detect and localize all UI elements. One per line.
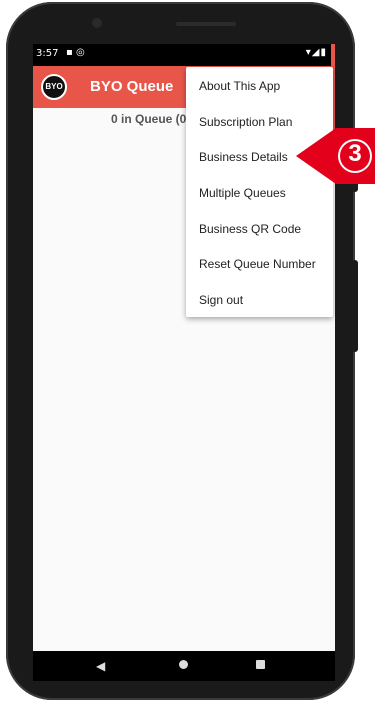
- home-circle-icon[interactable]: [179, 660, 188, 669]
- menu-item-multiple-queues[interactable]: Multiple Queues: [199, 186, 286, 200]
- back-triangle-icon[interactable]: ◀: [96, 659, 105, 673]
- menu-item-about[interactable]: About This App: [199, 79, 280, 93]
- app-logo: BYO: [41, 74, 67, 100]
- callout-number: 3: [348, 140, 362, 167]
- status-bar: 3:57 ▪ ◎ ▾◢▮: [33, 44, 335, 66]
- system-nav-bar: ◀: [33, 651, 335, 681]
- overflow-menu: About This App Subscription Plan Busines…: [186, 67, 333, 317]
- earpiece-speaker: [176, 22, 236, 26]
- app-title: BYO Queue: [90, 78, 174, 95]
- queue-count-text: 0 in Queue (0: [111, 112, 187, 126]
- volume-button: [352, 260, 358, 352]
- menu-item-business-details[interactable]: Business Details: [199, 150, 288, 164]
- menu-item-sign-out[interactable]: Sign out: [199, 293, 243, 307]
- menu-item-business-qr-code[interactable]: Business QR Code: [199, 222, 301, 236]
- status-time: 3:57: [36, 48, 59, 59]
- signal-battery-icons: ▾◢▮: [305, 47, 327, 58]
- menu-item-reset-queue-number[interactable]: Reset Queue Number: [199, 257, 316, 271]
- notification-icons: ▪ ◎: [66, 47, 85, 58]
- recents-square-icon[interactable]: [256, 660, 265, 669]
- menu-item-subscription-plan[interactable]: Subscription Plan: [199, 115, 292, 129]
- front-camera: [92, 18, 102, 28]
